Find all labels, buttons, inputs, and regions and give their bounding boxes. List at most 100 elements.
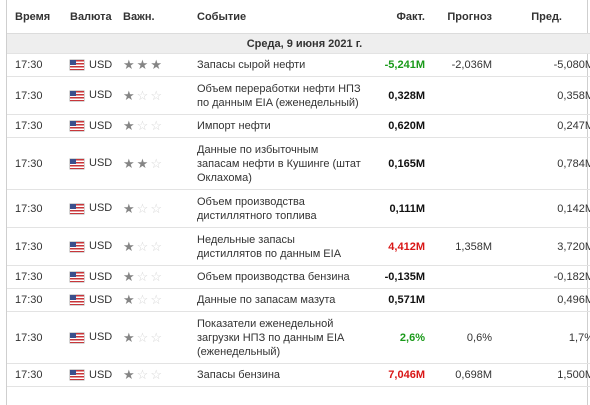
importance-cell: ★★☆ bbox=[123, 137, 197, 190]
currency-code: USD bbox=[89, 59, 113, 72]
actual-cell: 0,620M bbox=[365, 114, 425, 138]
event-name[interactable]: Данные по запасам мазута bbox=[197, 293, 365, 307]
previous-value: -0,182M bbox=[492, 265, 590, 289]
event-row[interactable]: 17:30 USD ★☆☆ Объем производства бензина… bbox=[7, 265, 590, 289]
event-time: 17:30 bbox=[7, 311, 70, 364]
event-row[interactable]: 17:30 USD ★☆☆ Объем производства дистилл… bbox=[7, 189, 590, 228]
previous-value: 0,496M bbox=[492, 288, 590, 312]
importance-cell: ★☆☆ bbox=[123, 311, 197, 364]
currency-code: USD bbox=[89, 120, 113, 133]
event-row[interactable]: 17:30 USD ★☆☆ Данные по запасам мазута 0… bbox=[7, 288, 590, 312]
actual-cell: 7,046M bbox=[365, 363, 425, 387]
actual-value: 2,6% bbox=[399, 331, 425, 344]
event-row[interactable]: 17:30 USD ★☆☆ Импорт нефти 0,620M 0,247M bbox=[7, 114, 590, 138]
header-importance[interactable]: Важн. bbox=[123, 0, 197, 34]
star-empty-icon: ☆ bbox=[150, 269, 164, 284]
us-flag-icon bbox=[70, 60, 84, 71]
us-flag-icon bbox=[70, 295, 84, 306]
star-empty-icon: ☆ bbox=[150, 155, 164, 171]
actual-cell: 4,412M bbox=[365, 227, 425, 266]
currency-code: USD bbox=[89, 271, 113, 284]
star-empty-icon: ☆ bbox=[136, 87, 151, 103]
header-currency[interactable]: Валюта bbox=[70, 0, 123, 34]
currency-code: USD bbox=[89, 294, 113, 307]
event-name-cell[interactable]: Объем производства дистиллятного топлива bbox=[197, 189, 365, 228]
importance-cell: ★★★ bbox=[123, 53, 197, 77]
star-empty-icon: ☆ bbox=[136, 292, 151, 307]
event-name-cell[interactable]: Запасы сырой нефти bbox=[197, 53, 365, 77]
event-name[interactable]: Запасы сырой нефти bbox=[197, 58, 365, 72]
event-time: 17:30 bbox=[7, 288, 70, 312]
event-name-cell[interactable]: Показатели еженедельной загрузки НПЗ по … bbox=[197, 311, 365, 364]
previous-value: 3,720M bbox=[492, 227, 590, 266]
event-name[interactable]: Данные по избыточным запасам нефти в Куш… bbox=[197, 143, 365, 185]
event-name-cell[interactable]: Объем производства бензина bbox=[197, 265, 365, 289]
star-filled-icon: ★ bbox=[123, 155, 137, 171]
event-row[interactable]: 17:30 USD ★☆☆ Запасы бензина 7,046M 0,69… bbox=[7, 363, 590, 387]
event-time: 17:30 bbox=[7, 76, 70, 115]
importance-cell: ★☆☆ bbox=[123, 189, 197, 228]
currency-code: USD bbox=[89, 157, 113, 170]
actual-cell: 0,328M bbox=[365, 76, 425, 115]
us-flag-icon bbox=[70, 241, 84, 252]
importance-stars: ★☆☆ bbox=[123, 88, 164, 103]
importance-cell: ★☆☆ bbox=[123, 363, 197, 387]
event-name[interactable]: Показатели еженедельной загрузки НПЗ по … bbox=[197, 317, 365, 359]
event-name[interactable]: Недельные запасы дистиллятов по данным E… bbox=[197, 233, 365, 261]
importance-stars: ★★★ bbox=[123, 57, 164, 72]
date-row: Среда, 9 июня 2021 г. bbox=[7, 33, 590, 54]
event-name[interactable]: Импорт нефти bbox=[197, 119, 365, 133]
importance-stars: ★☆☆ bbox=[123, 239, 164, 254]
currency-cell: USD bbox=[70, 363, 123, 387]
actual-value: -5,241M bbox=[384, 59, 425, 71]
event-name-cell[interactable]: Объем переработки нефти НПЗ по данным EI… bbox=[197, 76, 365, 115]
star-empty-icon: ☆ bbox=[136, 238, 151, 254]
star-empty-icon: ☆ bbox=[136, 329, 151, 345]
star-empty-icon: ☆ bbox=[136, 367, 151, 382]
event-row[interactable]: 17:30 USD ★☆☆ Объем переработки нефти НП… bbox=[7, 76, 590, 115]
currency-cell: USD bbox=[70, 189, 123, 228]
event-row[interactable]: 17:30 USD ★★☆ Данные по избыточным запас… bbox=[7, 137, 590, 190]
us-flag-icon bbox=[70, 121, 84, 132]
star-filled-icon: ★ bbox=[123, 87, 137, 103]
forecast-value bbox=[425, 288, 492, 312]
event-name-cell[interactable]: Данные по избыточным запасам нефти в Куш… bbox=[197, 137, 365, 190]
header-previous[interactable]: Пред. bbox=[492, 0, 590, 34]
us-flag-icon bbox=[70, 158, 84, 169]
currency-code: USD bbox=[89, 240, 113, 253]
importance-stars: ★☆☆ bbox=[123, 367, 164, 382]
actual-value: 0,111M bbox=[389, 202, 425, 215]
event-name[interactable]: Объем производства бензина bbox=[197, 270, 365, 284]
currency-cell: USD bbox=[70, 227, 123, 266]
event-row[interactable]: 17:30 USD ★☆☆ Показатели еженедельной за… bbox=[7, 311, 590, 364]
star-filled-icon: ★ bbox=[123, 367, 137, 382]
star-filled-icon: ★ bbox=[123, 57, 137, 72]
importance-cell: ★☆☆ bbox=[123, 227, 197, 266]
actual-value: 4,412M bbox=[388, 240, 425, 253]
forecast-value: -2,036M bbox=[425, 53, 492, 77]
event-name-cell[interactable]: Импорт нефти bbox=[197, 114, 365, 138]
event-row[interactable]: 17:30 USD ★☆☆ Недельные запасы дистиллят… bbox=[7, 227, 590, 266]
event-name-cell[interactable]: Запасы бензина bbox=[197, 363, 365, 387]
importance-stars: ★★☆ bbox=[123, 156, 164, 171]
header-actual[interactable]: Факт. bbox=[365, 0, 425, 34]
importance-stars: ★☆☆ bbox=[123, 269, 164, 284]
event-name[interactable]: Объем переработки нефти НПЗ по данным EI… bbox=[197, 82, 365, 110]
currency-cell: USD bbox=[70, 137, 123, 190]
event-name-cell[interactable]: Данные по запасам мазута bbox=[197, 288, 365, 312]
event-name-cell[interactable]: Недельные запасы дистиллятов по данным E… bbox=[197, 227, 365, 266]
forecast-value bbox=[425, 189, 492, 228]
star-filled-icon: ★ bbox=[123, 238, 137, 254]
currency-cell: USD bbox=[70, 288, 123, 312]
star-empty-icon: ☆ bbox=[136, 200, 151, 216]
importance-stars: ★☆☆ bbox=[123, 292, 164, 307]
header-event[interactable]: Событие bbox=[197, 0, 365, 34]
event-name[interactable]: Объем производства дистиллятного топлива bbox=[197, 195, 365, 223]
importance-cell: ★☆☆ bbox=[123, 265, 197, 289]
header-forecast[interactable]: Прогноз bbox=[425, 0, 492, 34]
header-time[interactable]: Время bbox=[7, 0, 70, 34]
currency-code: USD bbox=[89, 202, 113, 215]
event-row[interactable]: 17:30 USD ★★★ Запасы сырой нефти -5,241M… bbox=[7, 53, 590, 77]
event-name[interactable]: Запасы бензина bbox=[197, 368, 365, 382]
currency-cell: USD bbox=[70, 265, 123, 289]
